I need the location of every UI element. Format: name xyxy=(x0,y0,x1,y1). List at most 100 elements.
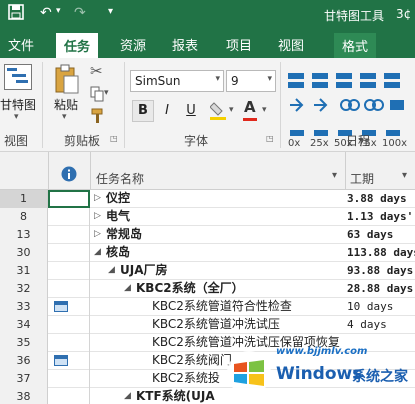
divider xyxy=(280,62,281,148)
task-duration[interactable]: 113.88 days xyxy=(347,244,415,262)
table-row[interactable]: 1 ▷ 仪控 3.88 days xyxy=(0,190,415,208)
table-row[interactable]: 13 ▷ 常规岛 63 days xyxy=(0,226,415,244)
duration-header[interactable]: 工期 xyxy=(350,170,374,187)
task-name[interactable]: KBC2系统管道冲洗试压 xyxy=(152,316,280,334)
row-id[interactable]: 1 xyxy=(0,190,48,208)
task-name[interactable]: 仪控 xyxy=(106,190,130,208)
expand-icon[interactable]: ▷ xyxy=(94,226,101,244)
row-id[interactable]: 8 xyxy=(0,208,48,226)
table-row[interactable]: 32 ◢ KBC2系统（全厂） 28.88 days xyxy=(0,280,415,298)
font-name-value: SimSun xyxy=(135,74,181,88)
task-name[interactable]: KBC2系统阀门 xyxy=(152,352,232,370)
chevron-down-icon[interactable]: ▾ xyxy=(402,170,407,181)
paste-icon[interactable] xyxy=(54,64,80,97)
task-name[interactable]: UJA厂房 xyxy=(120,262,168,280)
gantt-chart-button[interactable]: 甘特图 xyxy=(0,96,36,113)
font-color-icon[interactable]: A xyxy=(244,98,256,116)
customize-quick-access-icon[interactable]: ▾ xyxy=(108,6,113,17)
copy-icon[interactable] xyxy=(90,86,104,105)
cut-icon[interactable]: ✂ xyxy=(90,62,103,80)
task-duration[interactable]: 63 days xyxy=(347,226,393,244)
collapse-icon[interactable]: ◢ xyxy=(124,280,131,298)
chevron-down-icon[interactable]: ▾ xyxy=(332,170,337,181)
font-size-select[interactable]: 9 ▾ xyxy=(226,70,276,92)
indicator-cell xyxy=(48,226,90,244)
row-id[interactable]: 32 xyxy=(0,280,48,298)
dialog-launcher-icon[interactable]: ◳ xyxy=(266,134,274,143)
indicator-cell[interactable] xyxy=(48,190,90,208)
pct-100-icon[interactable] xyxy=(386,130,400,136)
watermark-url: www.bjjmlv.com xyxy=(276,346,368,357)
chevron-down-icon[interactable]: ▾ xyxy=(262,105,267,115)
tab-project[interactable]: 项目 xyxy=(226,35,252,54)
tab-file[interactable]: 文件 xyxy=(8,35,34,54)
pct-0-icon[interactable] xyxy=(290,130,304,136)
row-id[interactable]: 37 xyxy=(0,370,48,388)
table-row[interactable]: 33 KBC2系统管道符合性检查 10 days xyxy=(0,298,415,316)
table-row[interactable]: 8 ▷ 电气 1.13 days' xyxy=(0,208,415,226)
undo-dropdown-icon[interactable]: ▾ xyxy=(56,6,61,16)
font-size-value: 9 xyxy=(231,74,239,88)
gantt-chart-icon[interactable] xyxy=(4,64,32,93)
title-bar: ↶ ▾ ↷ ▾ 甘特图工具 3¢ xyxy=(0,0,415,30)
task-duration[interactable]: 28.88 days xyxy=(347,280,413,298)
row-id[interactable]: 36 xyxy=(0,352,48,370)
collapse-icon[interactable]: ◢ xyxy=(108,262,115,280)
task-name-header[interactable]: 任务名称 xyxy=(96,170,144,187)
expand-icon[interactable]: ▷ xyxy=(94,208,101,226)
dialog-launcher-icon[interactable]: ◳ xyxy=(110,134,118,143)
link-tasks-icon[interactable] xyxy=(288,70,410,95)
row-id[interactable]: 38 xyxy=(0,388,48,404)
redo-icon[interactable]: ↷ xyxy=(74,5,86,21)
row-id[interactable]: 31 xyxy=(0,262,48,280)
watermark: www.bjjmlv.com Windows 系统之家 xyxy=(226,340,415,404)
task-duration[interactable]: 4 days xyxy=(347,316,387,334)
link-icon[interactable] xyxy=(288,96,410,117)
task-name[interactable]: KBC2系统（全厂） xyxy=(136,280,244,298)
task-duration[interactable]: 1.13 days' xyxy=(347,208,413,226)
collapse-icon[interactable]: ◢ xyxy=(94,244,101,262)
row-id[interactable]: 35 xyxy=(0,334,48,352)
task-name[interactable]: KBC2系统管道符合性检查 xyxy=(152,298,292,316)
tab-task[interactable]: 任务 xyxy=(56,33,99,58)
row-id[interactable]: 34 xyxy=(0,316,48,334)
info-icon[interactable] xyxy=(61,166,77,185)
task-duration[interactable]: 10 days xyxy=(347,298,393,316)
tab-resource[interactable]: 资源 xyxy=(120,35,146,54)
task-duration[interactable]: 93.88 days xyxy=(347,262,413,280)
font-name-select[interactable]: SimSun ▾ xyxy=(130,70,224,92)
table-row[interactable]: 31 ◢ UJA厂房 93.88 days xyxy=(0,262,415,280)
indicator-cell xyxy=(48,244,90,262)
table-row[interactable]: 30 ◢ 核岛 113.88 days xyxy=(0,244,415,262)
save-icon[interactable] xyxy=(8,4,24,24)
expand-icon[interactable]: ▷ xyxy=(94,190,101,208)
highlight-color-icon[interactable] xyxy=(209,101,228,124)
paste-dropdown-icon[interactable]: ▾ xyxy=(62,112,67,122)
tab-report[interactable]: 报表 xyxy=(172,35,198,54)
paste-button[interactable]: 粘贴 xyxy=(54,96,78,113)
task-duration[interactable]: 3.88 days xyxy=(347,190,407,208)
undo-icon[interactable]: ↶ xyxy=(40,5,52,21)
task-name[interactable]: KBC2系统投 xyxy=(152,370,220,388)
row-id[interactable]: 33 xyxy=(0,298,48,316)
tab-format[interactable]: 格式 xyxy=(334,33,377,58)
bold-button[interactable]: B xyxy=(132,100,154,122)
underline-button[interactable]: U xyxy=(180,100,202,122)
task-name[interactable]: 核岛 xyxy=(106,244,130,262)
italic-button[interactable]: I xyxy=(156,100,178,122)
task-name[interactable]: 常规岛 xyxy=(106,226,142,244)
chevron-down-icon[interactable]: ▾ xyxy=(229,105,234,115)
copy-dropdown-icon[interactable]: ▾ xyxy=(104,88,109,98)
pct-25-icon[interactable] xyxy=(314,130,328,136)
table-row[interactable]: 34 KBC2系统管道冲洗试压 4 days xyxy=(0,316,415,334)
indicator-cell xyxy=(48,280,90,298)
task-name[interactable]: 电气 xyxy=(106,208,130,226)
collapse-icon[interactable]: ◢ xyxy=(124,388,131,404)
tab-view[interactable]: 视图 xyxy=(278,35,304,54)
format-painter-icon[interactable] xyxy=(90,108,106,127)
row-id[interactable]: 13 xyxy=(0,226,48,244)
gantt-dropdown-icon[interactable]: ▾ xyxy=(14,112,19,122)
font-color-swatch xyxy=(243,118,257,121)
row-id[interactable]: 30 xyxy=(0,244,48,262)
task-name[interactable]: KTF系统(UJA xyxy=(136,388,215,404)
